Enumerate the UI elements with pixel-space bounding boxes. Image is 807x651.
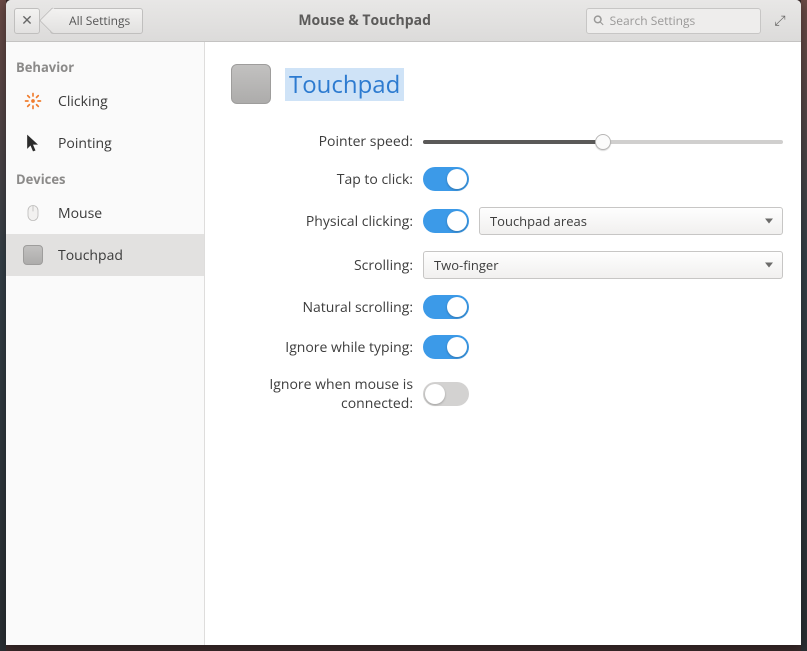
- sidebar-item-label: Touchpad: [58, 246, 123, 265]
- back-button-label: All Settings: [69, 12, 130, 29]
- settings-grid: Pointer speed: Tap to click: Physical cl…: [223, 132, 783, 413]
- close-icon: ✕: [21, 11, 33, 30]
- combobox-value: Two-finger: [434, 256, 499, 274]
- search-field[interactable]: [586, 8, 761, 34]
- all-settings-back-button[interactable]: All Settings: [50, 8, 143, 34]
- sidebar-item-label: Mouse: [58, 204, 102, 223]
- maximize-button[interactable]: ⤢: [767, 11, 793, 30]
- physical-clicking-toggle[interactable]: [423, 209, 469, 233]
- close-button[interactable]: ✕: [14, 8, 40, 34]
- sidebar-item-label: Pointing: [58, 134, 112, 153]
- search-input[interactable]: [610, 12, 754, 29]
- pointer-speed-slider[interactable]: [423, 134, 783, 150]
- slider-fill: [423, 140, 603, 144]
- panel-title: Touchpad: [285, 68, 404, 101]
- ignore-mouse-toggle[interactable]: [423, 382, 469, 406]
- toggle-knob: [447, 337, 467, 357]
- touchpad-large-icon: [231, 64, 271, 104]
- sidebar-item-touchpad[interactable]: Touchpad: [6, 234, 204, 276]
- pointing-icon: [22, 132, 44, 154]
- combobox-value: Touchpad areas: [490, 212, 587, 230]
- scrolling-label: Scrolling:: [223, 256, 413, 275]
- sidebar-item-clicking[interactable]: Clicking: [6, 80, 204, 122]
- main-panel: Touchpad Pointer speed: Tap to click: Ph…: [205, 42, 801, 645]
- clicking-icon: [22, 90, 44, 112]
- scrolling-combobox[interactable]: Two-finger: [423, 251, 783, 279]
- window-body: Behavior Clicking Pointing Devices Mouse: [6, 42, 801, 645]
- sidebar-item-pointing[interactable]: Pointing: [6, 122, 204, 164]
- natural-scrolling-toggle[interactable]: [423, 295, 469, 319]
- window-title: Mouse & Touchpad: [149, 11, 580, 30]
- touchpad-icon: [22, 244, 44, 266]
- sidebar: Behavior Clicking Pointing Devices Mouse: [6, 42, 205, 645]
- ignore-typing-toggle[interactable]: [423, 335, 469, 359]
- physical-clicking-combobox[interactable]: Touchpad areas: [479, 207, 783, 235]
- maximize-icon: ⤢: [774, 11, 785, 30]
- natural-scrolling-label: Natural scrolling:: [223, 298, 413, 317]
- mouse-icon: [22, 202, 44, 224]
- tap-to-click-label: Tap to click:: [223, 170, 413, 189]
- slider-thumb[interactable]: [595, 134, 611, 150]
- panel-header: Touchpad: [231, 64, 783, 104]
- toggle-knob: [447, 169, 467, 189]
- sidebar-header-devices: Devices: [6, 164, 204, 192]
- pointer-speed-label: Pointer speed:: [223, 132, 413, 151]
- sidebar-header-behavior: Behavior: [6, 52, 204, 80]
- titlebar: ✕ All Settings Mouse & Touchpad ⤢: [6, 0, 801, 42]
- toggle-knob: [447, 297, 467, 317]
- settings-window: ✕ All Settings Mouse & Touchpad ⤢ Behavi…: [6, 0, 801, 645]
- toggle-knob: [447, 211, 467, 231]
- desktop-background-right: [801, 0, 807, 651]
- toggle-knob: [425, 384, 445, 404]
- ignore-mouse-label: Ignore when mouse is connected:: [223, 375, 413, 413]
- ignore-typing-label: Ignore while typing:: [223, 338, 413, 357]
- sidebar-item-label: Clicking: [58, 92, 108, 111]
- physical-clicking-label: Physical clicking:: [223, 212, 413, 231]
- tap-to-click-toggle[interactable]: [423, 167, 469, 191]
- sidebar-item-mouse[interactable]: Mouse: [6, 192, 204, 234]
- search-icon: [593, 14, 605, 27]
